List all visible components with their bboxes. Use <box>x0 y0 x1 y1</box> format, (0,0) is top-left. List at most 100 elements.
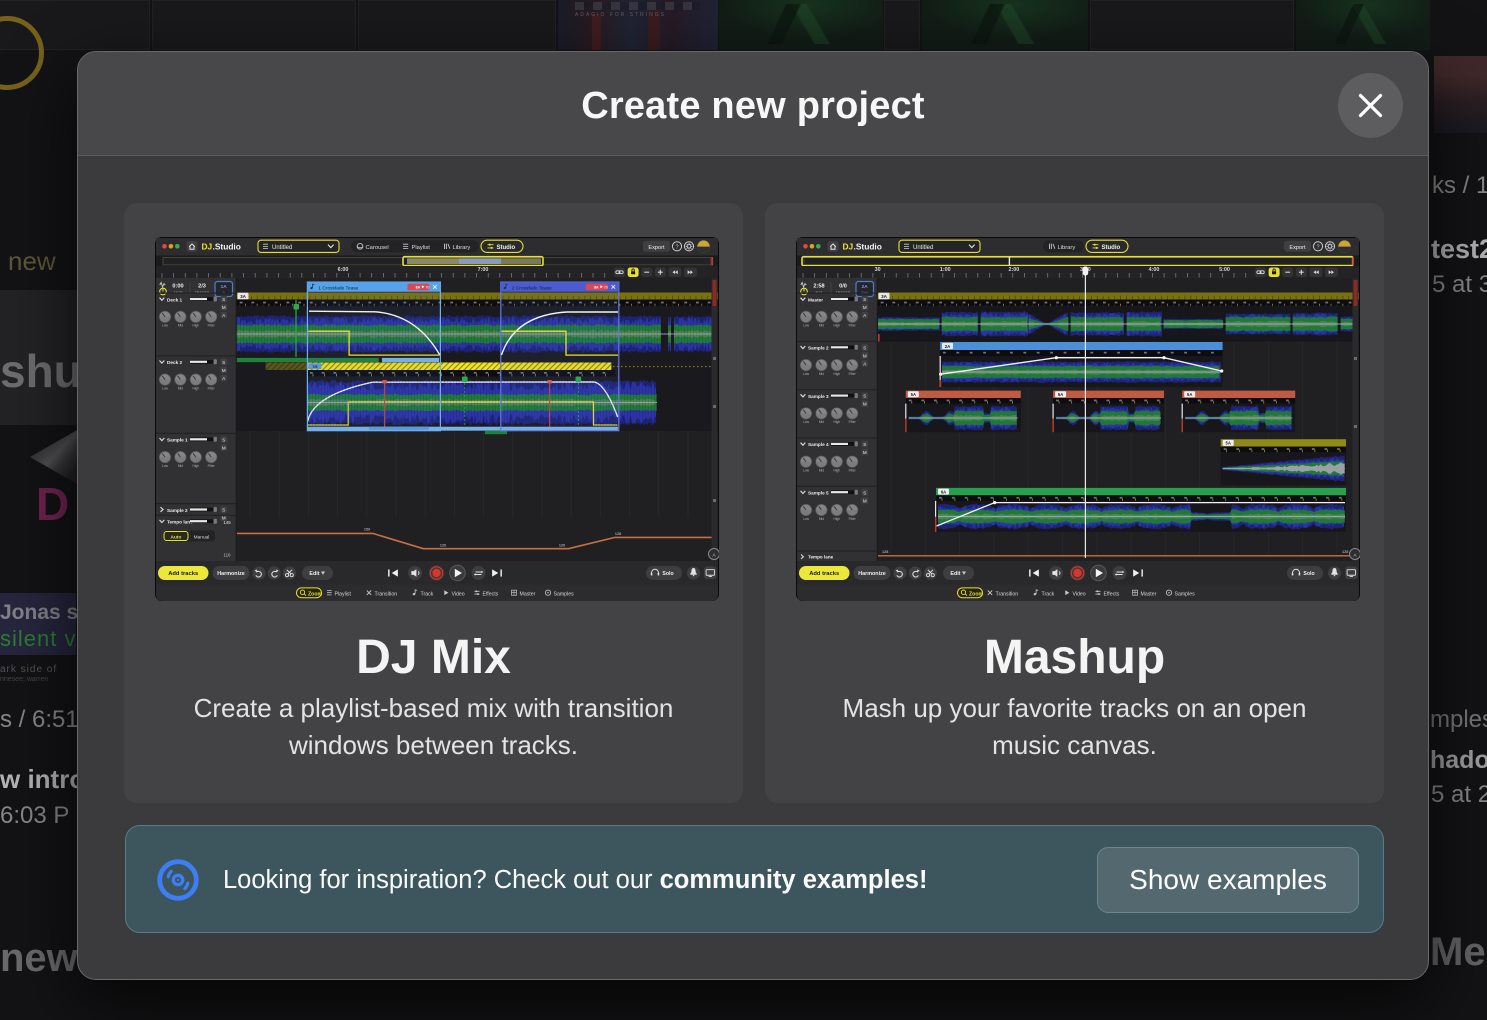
svg-text:6:00: 6:00 <box>338 267 349 273</box>
svg-text:Studio: Studio <box>497 245 516 251</box>
svg-text:High: High <box>834 324 841 328</box>
svg-text:Sample 2: Sample 2 <box>167 508 188 513</box>
svg-text:128: 128 <box>1342 550 1348 554</box>
svg-text:Low: Low <box>803 517 810 521</box>
svg-text:1A: 1A <box>221 284 228 290</box>
svg-text:Low: Low <box>803 324 810 328</box>
svg-text:5A: 5A <box>1187 392 1192 397</box>
svg-text:70: 70 <box>604 286 608 290</box>
svg-text:5A: 5A <box>1058 392 1063 397</box>
svg-text:Playlist: Playlist <box>412 245 431 251</box>
svg-text:High: High <box>193 324 200 328</box>
svg-text:Low: Low <box>803 372 810 376</box>
svg-text:?: ? <box>1317 244 1320 250</box>
svg-text:Studio: Studio <box>1102 245 1121 251</box>
svg-text:Mid: Mid <box>178 386 183 390</box>
svg-text:5:00: 5:00 <box>1219 267 1230 273</box>
svg-text:M: M <box>222 368 226 373</box>
svg-text:128: 128 <box>615 532 621 536</box>
svg-text:Add tracks: Add tracks <box>809 571 839 577</box>
svg-text:A: A <box>222 376 225 381</box>
svg-text:S: S <box>863 490 866 495</box>
svg-text:30: 30 <box>875 267 881 273</box>
svg-text:M: M <box>222 305 226 310</box>
svg-text:.Studio: .Studio <box>854 242 882 252</box>
svg-text:Sample 3: Sample 3 <box>808 394 829 399</box>
svg-text:5A: 5A <box>1226 441 1231 446</box>
svg-text:Track: Track <box>1042 591 1055 597</box>
svg-text:M: M <box>863 450 867 455</box>
svg-text:.Studio: .Studio <box>213 242 241 252</box>
svg-text:Video: Video <box>452 591 465 597</box>
svg-text:Track: Track <box>421 591 434 597</box>
svg-text:Add tracks: Add tracks <box>168 571 198 577</box>
svg-text:Mid: Mid <box>819 469 824 473</box>
svg-text:Library: Library <box>1058 245 1076 251</box>
svg-text:3A: 3A <box>240 294 247 299</box>
svg-text:Samples: Samples <box>554 591 575 597</box>
svg-text:DJ: DJ <box>202 242 213 252</box>
svg-text:S: S <box>863 394 866 399</box>
svg-text:M: M <box>863 498 867 503</box>
svg-text:M: M <box>863 353 867 358</box>
svg-text:Untitled: Untitled <box>913 245 933 251</box>
svg-text:Filter: Filter <box>849 517 857 521</box>
svg-text:Effects: Effects <box>1104 591 1120 597</box>
svg-text:Transition: Transition <box>996 591 1019 597</box>
svg-text:2A: 2A <box>945 344 951 349</box>
svg-text:120: 120 <box>559 543 565 547</box>
svg-text:1 Crossfade Tease: 1 Crossfade Tease <box>318 285 358 291</box>
svg-text:2:58: 2:58 <box>813 284 824 290</box>
svg-text:Carousel: Carousel <box>366 245 389 251</box>
svg-text:Auto: Auto <box>171 534 182 540</box>
svg-text:1:00: 1:00 <box>940 267 951 273</box>
svg-text:Mid: Mid <box>178 324 183 328</box>
svg-text:Filter: Filter <box>849 372 857 376</box>
svg-text:Filter: Filter <box>208 386 216 390</box>
svg-text:Filter: Filter <box>849 324 857 328</box>
svg-text:M: M <box>863 402 867 407</box>
svg-text:Zoom: Zoom <box>969 591 984 597</box>
svg-text:Sample 5: Sample 5 <box>808 491 829 496</box>
svg-text:Mid: Mid <box>819 324 824 328</box>
svg-text:A: A <box>222 313 225 318</box>
svg-text:S: S <box>863 297 866 302</box>
svg-text:Effects: Effects <box>483 591 499 597</box>
svg-text:Transition: Transition <box>375 591 398 597</box>
svg-text:Low: Low <box>162 386 169 390</box>
svg-text:High: High <box>834 517 841 521</box>
svg-text:?: ? <box>676 244 679 250</box>
svg-text:Master: Master <box>1141 591 1157 597</box>
svg-text:Mid: Mid <box>178 464 183 468</box>
svg-text:Tempo lane: Tempo lane <box>808 555 834 560</box>
svg-text:Sample 4: Sample 4 <box>808 442 829 447</box>
svg-text:Deck 1: Deck 1 <box>167 297 183 302</box>
svg-text:Sample 2: Sample 2 <box>808 346 829 351</box>
svg-text:5A: 5A <box>911 392 916 397</box>
svg-text:Master: Master <box>808 297 823 302</box>
svg-text:Library: Library <box>453 245 471 251</box>
svg-text:DJ: DJ <box>843 242 854 252</box>
svg-text:2/3: 2/3 <box>198 284 206 290</box>
svg-text:Untitled: Untitled <box>272 245 292 251</box>
svg-text:High: High <box>834 372 841 376</box>
svg-text:Solo: Solo <box>1303 571 1314 577</box>
svg-text:M: M <box>863 305 867 310</box>
svg-text:Mid: Mid <box>819 420 824 424</box>
svg-text:8A: 8A <box>594 286 599 290</box>
svg-text:Tempo lane: Tempo lane <box>167 520 193 525</box>
svg-text:Export: Export <box>648 245 665 251</box>
svg-text:Manual: Manual <box>194 534 210 540</box>
svg-text:Harmonize: Harmonize <box>858 571 886 577</box>
svg-text:Samples: Samples <box>1175 591 1196 597</box>
svg-text:S: S <box>222 508 225 513</box>
svg-text:0:00: 0:00 <box>172 284 183 290</box>
svg-text:Export: Export <box>1289 245 1306 251</box>
svg-text:2 Crossfade Tease: 2 Crossfade Tease <box>512 285 552 291</box>
svg-text:110: 110 <box>224 553 232 558</box>
svg-text:70: 70 <box>425 286 429 290</box>
svg-text:3A: 3A <box>881 294 888 299</box>
svg-text:0/0: 0/0 <box>839 284 847 290</box>
svg-text:Harmonize: Harmonize <box>217 571 245 577</box>
svg-text:Sample 1: Sample 1 <box>167 438 188 443</box>
